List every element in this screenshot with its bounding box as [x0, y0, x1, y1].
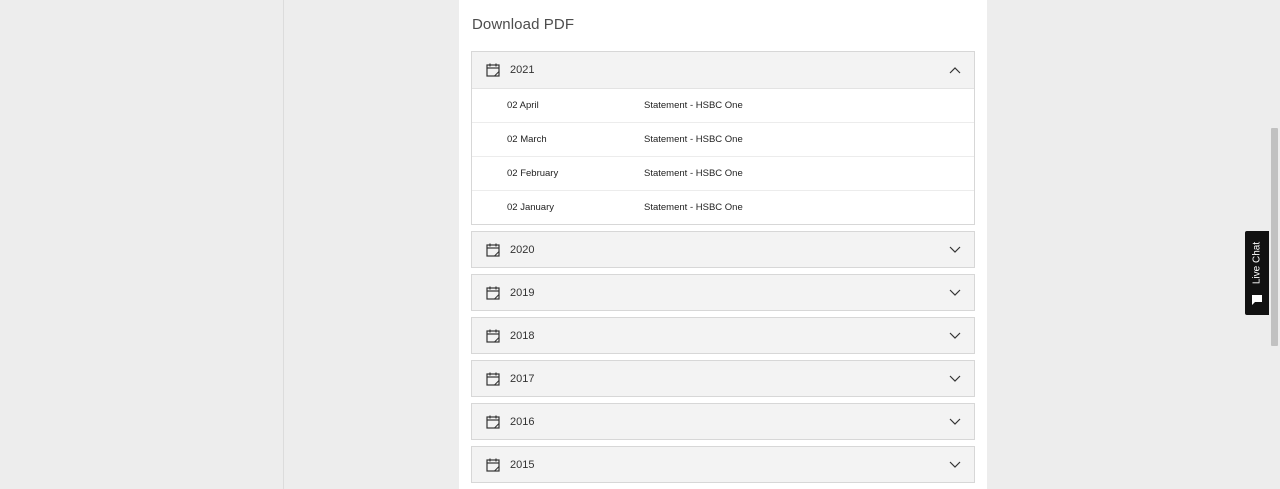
- chevron-down-icon: [949, 289, 961, 296]
- statement-row[interactable]: 02 January Statement - HSBC One: [472, 191, 974, 224]
- calendar-icon: [486, 243, 500, 257]
- year-header-2020[interactable]: 2020: [472, 232, 974, 267]
- year-section-2021: 2021 02 April Statement - HSBC One 02 Ma…: [471, 51, 975, 225]
- year-label: 2020: [510, 243, 535, 256]
- statement-row[interactable]: 02 April Statement - HSBC One: [472, 89, 974, 123]
- statement-row[interactable]: 02 March Statement - HSBC One: [472, 123, 974, 157]
- year-section-2020: 2020: [471, 231, 975, 268]
- year-section-2018: 2018: [471, 317, 975, 354]
- calendar-icon: [486, 458, 500, 472]
- year-header-2019[interactable]: 2019: [472, 275, 974, 310]
- scrollbar-thumb[interactable]: [1271, 128, 1278, 346]
- chevron-up-icon: [949, 67, 961, 74]
- statement-link[interactable]: Statement - HSBC One: [644, 202, 743, 213]
- calendar-icon: [486, 63, 500, 77]
- calendar-icon: [486, 286, 500, 300]
- statement-link[interactable]: Statement - HSBC One: [644, 134, 743, 145]
- chevron-down-icon: [949, 246, 961, 253]
- calendar-icon: [486, 415, 500, 429]
- chevron-down-icon: [949, 418, 961, 425]
- year-section-2015: 2015: [471, 446, 975, 483]
- statement-list: 02 April Statement - HSBC One 02 March S…: [472, 89, 974, 224]
- calendar-icon: [486, 329, 500, 343]
- statement-date: 02 March: [507, 134, 547, 145]
- year-section-2017: 2017: [471, 360, 975, 397]
- scrollbar[interactable]: [1270, 0, 1280, 489]
- calendar-icon: [486, 372, 500, 386]
- year-label: 2015: [510, 458, 535, 471]
- statement-link[interactable]: Statement - HSBC One: [644, 168, 743, 179]
- chevron-down-icon: [949, 461, 961, 468]
- statement-row[interactable]: 02 February Statement - HSBC One: [472, 157, 974, 191]
- page-title: Download PDF: [472, 16, 575, 33]
- year-header-2021[interactable]: 2021: [472, 52, 974, 89]
- year-label: 2021: [510, 64, 535, 76]
- statement-date: 02 February: [507, 168, 559, 179]
- year-header-2016[interactable]: 2016: [472, 404, 974, 439]
- left-panel: [0, 0, 284, 489]
- year-header-2015[interactable]: 2015: [472, 447, 974, 482]
- statements-accordion: 2021 02 April Statement - HSBC One 02 Ma…: [471, 51, 975, 489]
- main-panel: Download PDF 2021 02 April Statement - H…: [459, 0, 987, 489]
- year-label: 2019: [510, 286, 535, 299]
- statement-date: 02 January: [507, 202, 555, 213]
- statement-date: 02 April: [507, 100, 539, 111]
- live-chat-label: Live Chat: [1251, 241, 1263, 285]
- year-section-2016: 2016: [471, 403, 975, 440]
- chevron-down-icon: [949, 375, 961, 382]
- year-label: 2017: [510, 372, 535, 385]
- year-section-2019: 2019: [471, 274, 975, 311]
- chevron-down-icon: [949, 332, 961, 339]
- statement-link[interactable]: Statement - HSBC One: [644, 100, 743, 111]
- year-label: 2016: [510, 415, 535, 428]
- year-label: 2018: [510, 329, 535, 342]
- chat-bubble-icon: [1252, 295, 1262, 305]
- year-header-2018[interactable]: 2018: [472, 318, 974, 353]
- live-chat-button[interactable]: Live Chat: [1245, 231, 1269, 315]
- year-header-2017[interactable]: 2017: [472, 361, 974, 396]
